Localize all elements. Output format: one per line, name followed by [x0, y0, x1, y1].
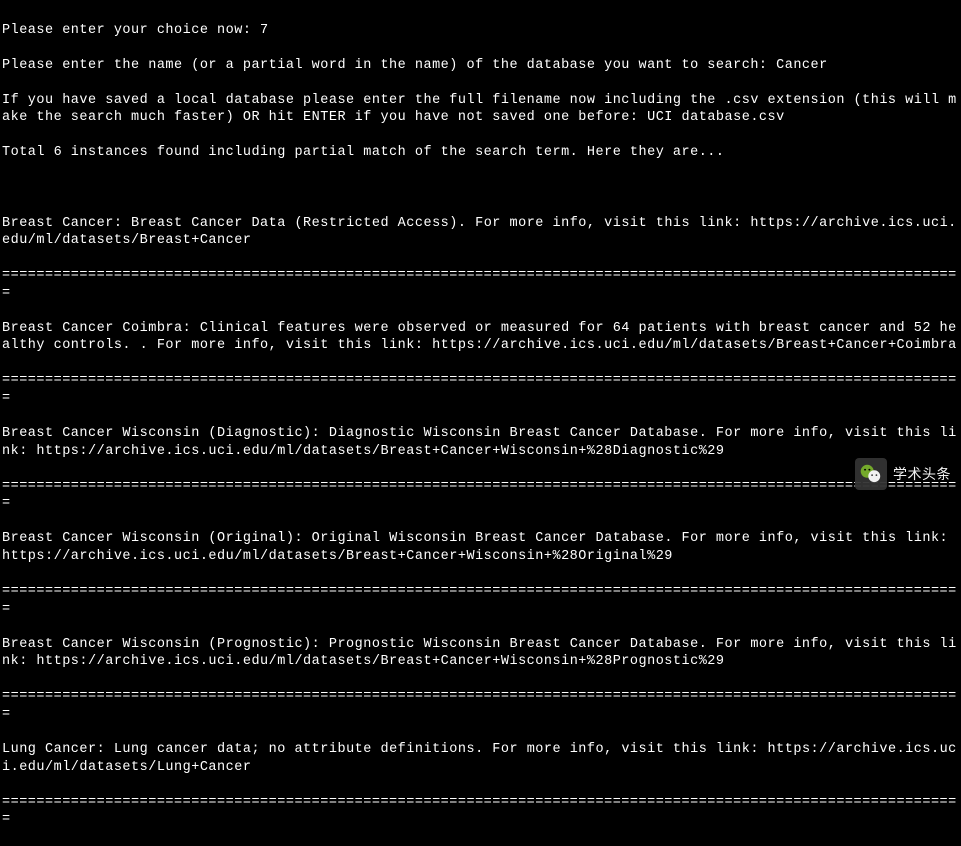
result-link-intro: . For more info, visit this link: — [140, 338, 432, 353]
separator-line: ========================================… — [2, 478, 959, 513]
result-title: Breast Cancer Coimbra — [2, 321, 183, 336]
separator-line: ========================================… — [2, 267, 959, 302]
result-url: https://archive.ics.uci.edu/ml/datasets/… — [36, 444, 724, 459]
terminal-output: Please enter your choice now: 7 Please e… — [2, 4, 959, 846]
choice-input[interactable]: 7 — [260, 23, 269, 38]
separator-line: ========================================… — [2, 372, 959, 407]
result-description: Original Wisconsin Breast Cancer Databas… — [312, 531, 665, 546]
result-link-intro: . For more info, visit this link: — [458, 216, 750, 231]
file-prompt: If you have saved a local database pleas… — [2, 93, 957, 126]
result-url: https://archive.ics.uci.edu/ml/datasets/… — [36, 654, 724, 669]
result-title: Lung Cancer — [2, 742, 97, 757]
file-input[interactable]: UCI database.csv — [647, 110, 785, 125]
result-entry: Breast Cancer Wisconsin (Original): Orig… — [2, 530, 959, 565]
wechat-icon — [855, 458, 887, 490]
separator-line: ========================================… — [2, 794, 959, 829]
result-title: Breast Cancer Wisconsin (Prognostic) — [2, 637, 312, 652]
result-url: https://archive.ics.uci.edu/ml/datasets/… — [432, 338, 957, 353]
name-prompt: Please enter the name (or a partial word… — [2, 58, 776, 73]
name-input[interactable]: Cancer — [776, 58, 828, 73]
result-summary: Total 6 instances found including partia… — [2, 144, 959, 162]
result-description: Lung cancer data; no attribute definitio… — [114, 742, 475, 757]
result-description: Breast Cancer Data (Restricted Access) — [131, 216, 458, 231]
prompt-line-choice: Please enter your choice now: 7 — [2, 22, 959, 40]
prompt-line-name: Please enter the name (or a partial word… — [2, 57, 959, 75]
watermark-text: 学术头条 — [893, 465, 951, 483]
choice-prompt: Please enter your choice now: — [2, 23, 260, 38]
result-link-intro: . For more info, visit this link: — [475, 742, 767, 757]
separator-line: ========================================… — [2, 688, 959, 723]
result-title: Breast Cancer Wisconsin (Original) — [2, 531, 294, 546]
result-url: https://archive.ics.uci.edu/ml/datasets/… — [2, 549, 673, 564]
result-title: Breast Cancer — [2, 216, 114, 231]
result-entry: Breast Cancer: Breast Cancer Data (Restr… — [2, 215, 959, 250]
result-description: Diagnostic Wisconsin Breast Cancer Datab… — [329, 426, 699, 441]
watermark: 学术头条 — [855, 458, 951, 490]
result-entry: Lung Cancer: Lung cancer data; no attrib… — [2, 741, 959, 776]
prompt-line-file: If you have saved a local database pleas… — [2, 92, 959, 127]
result-entry: Breast Cancer Wisconsin (Prognostic): Pr… — [2, 636, 959, 671]
result-title: Breast Cancer Wisconsin (Diagnostic) — [2, 426, 312, 441]
result-entry: Breast Cancer Coimbra: Clinical features… — [2, 320, 959, 355]
separator-line: ========================================… — [2, 583, 959, 618]
result-description: Prognostic Wisconsin Breast Cancer Datab… — [329, 637, 699, 652]
result-link-intro: . For more info, visit this link: — [664, 531, 956, 546]
result-entry: Breast Cancer Wisconsin (Diagnostic): Di… — [2, 425, 959, 460]
